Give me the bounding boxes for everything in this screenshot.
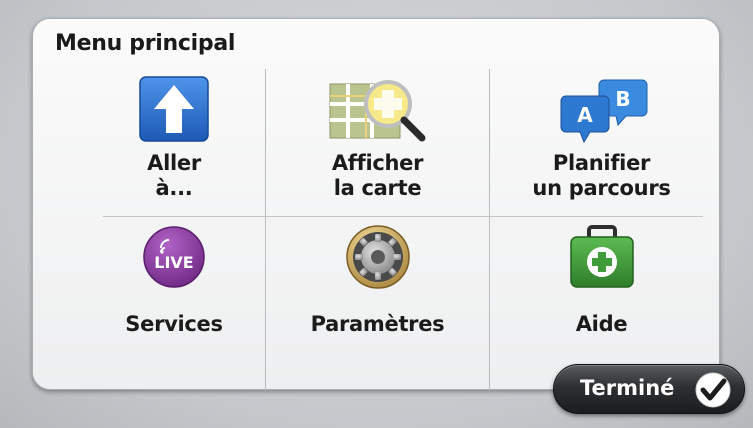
menu-item-label: la carte: [333, 176, 422, 200]
menu-item-label: Planifier: [552, 151, 651, 175]
menu-item-label: Aide: [575, 312, 628, 336]
menu-item-aide[interactable]: Aide: [490, 217, 713, 378]
main-menu-panel: Menu principal Aller à... Afficher la ca…: [32, 18, 720, 391]
checkmark-icon: [694, 371, 732, 409]
menu-item-label: Services: [125, 312, 223, 336]
menu-item-label: Aller: [147, 151, 201, 175]
menu-item-label: un parcours: [532, 176, 671, 200]
menu-item-parametres[interactable]: Paramètres: [266, 217, 489, 378]
menu-item-planifier-parcours[interactable]: B A Planifier un parcours: [490, 69, 713, 230]
page-title: Menu principal: [55, 31, 236, 56]
gear-settings-icon: [328, 221, 428, 293]
menu-item-aller-a[interactable]: Aller à...: [83, 69, 265, 230]
menu-grid: Aller à... Afficher la carte B A Planifi…: [83, 69, 713, 391]
done-button-label: Terminé: [580, 376, 675, 400]
ab-route-icon: B A: [552, 73, 652, 145]
done-button[interactable]: Terminé: [553, 364, 745, 414]
live-services-icon: LIVE: [124, 221, 224, 293]
svg-text:LIVE: LIVE: [154, 253, 193, 272]
first-aid-kit-icon: [552, 221, 652, 293]
svg-text:B: B: [615, 87, 630, 111]
menu-item-label: Afficher: [331, 151, 424, 175]
menu-item-services[interactable]: LIVE Services: [83, 217, 265, 378]
svg-text:A: A: [577, 103, 593, 127]
menu-item-label: à...: [155, 176, 193, 200]
device-screen: Menu principal Aller à... Afficher la ca…: [0, 0, 753, 428]
menu-item-label: Paramètres: [310, 312, 445, 336]
menu-item-afficher-carte[interactable]: Afficher la carte: [266, 69, 489, 230]
up-arrow-icon: [124, 73, 224, 145]
map-magnifier-icon: [323, 73, 433, 145]
